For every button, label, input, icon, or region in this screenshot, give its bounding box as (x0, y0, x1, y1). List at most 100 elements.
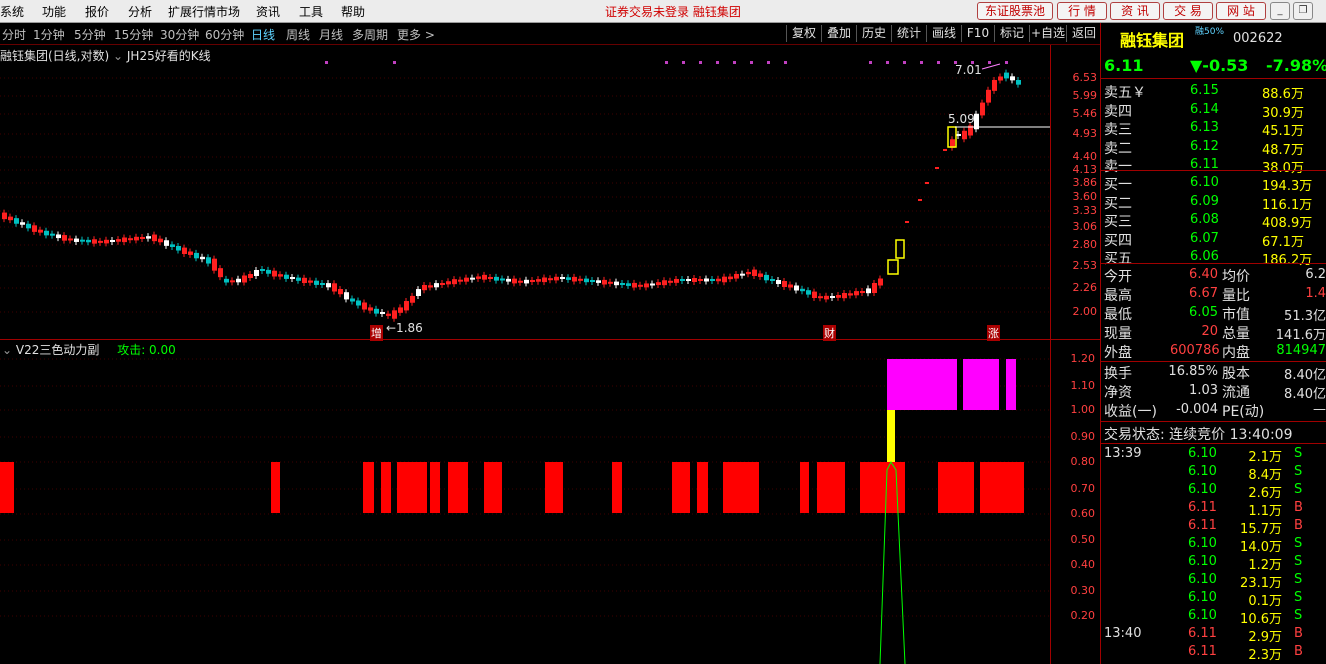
kline-candle-hollow (887, 259, 899, 275)
kline-candle (542, 277, 547, 283)
kline-candle (2, 212, 7, 220)
kline-candle (254, 270, 259, 276)
minimize-icon[interactable]: _ (1270, 2, 1290, 20)
stat-label: 收益(一) (1104, 404, 1157, 420)
tag-zhang: 涨 (987, 325, 1000, 341)
stat-value: 6.2 (1305, 267, 1326, 282)
signal-dot (733, 61, 736, 64)
order-level-label: 买三 (1104, 214, 1132, 230)
kline-candle (158, 238, 163, 243)
kline-candle (308, 280, 313, 283)
power-bar-red (271, 462, 280, 513)
power-bar-magenta (1006, 359, 1016, 410)
website-button[interactable]: 网 站 (1216, 2, 1266, 20)
kline-candle (26, 223, 31, 229)
kline-candle (722, 276, 727, 283)
tick-volume: 2.3万 (1248, 648, 1282, 663)
kline-candle (824, 295, 829, 300)
kline-candle (704, 278, 709, 282)
kline-candle (596, 280, 601, 283)
restore-icon[interactable]: ❐ (1293, 2, 1313, 20)
kline-candle (590, 280, 595, 282)
kline-candle (170, 244, 175, 247)
kline-candle (500, 278, 505, 281)
kline-candle (62, 235, 67, 241)
tick-side: S (1294, 446, 1303, 461)
power-bar-red (484, 462, 502, 513)
divider (1101, 443, 1326, 444)
kline-candle (506, 278, 511, 282)
order-price[interactable]: 6.15 (1190, 83, 1219, 98)
tick-side: B (1294, 518, 1303, 533)
order-price[interactable]: 6.09 (1190, 194, 1219, 209)
tick-volume: 1.2万 (1248, 558, 1282, 573)
power-bar-red (817, 462, 845, 513)
kline-candle (416, 289, 421, 296)
kline-candle (806, 290, 811, 295)
kline-candle (362, 302, 367, 310)
tick-volume: 2.1万 (1248, 450, 1282, 465)
kline-candle (350, 298, 355, 302)
kline-candle (218, 268, 223, 278)
stat-label: 股本 (1222, 366, 1250, 382)
trade-status: 交易状态: 连续竞价 13:40:09 (1104, 427, 1293, 443)
kline-candle (764, 274, 769, 281)
tick-price: 6.10 (1188, 608, 1217, 623)
kline-candle (548, 278, 553, 281)
kline-candle (200, 256, 205, 260)
kline-candle (488, 277, 493, 279)
kline-candle (650, 283, 655, 286)
order-price[interactable]: 6.13 (1190, 120, 1219, 135)
order-level-label: 卖二 (1104, 140, 1132, 157)
order-price[interactable]: 6.08 (1190, 212, 1219, 227)
kline-candle (998, 76, 1003, 81)
kline-candle (854, 291, 859, 296)
kline-candle (752, 269, 757, 276)
trade-button[interactable]: 交 易 (1163, 2, 1213, 20)
order-price[interactable]: 6.10 (1190, 175, 1219, 190)
mid-marker: 5.09 (948, 112, 975, 126)
stock-code: 002622 (1233, 31, 1283, 46)
signal-dot (988, 61, 991, 64)
power-bar-magenta (963, 359, 999, 410)
order-price[interactable]: 6.12 (1190, 139, 1219, 154)
kline-candle (284, 274, 289, 279)
order-price[interactable]: 6.07 (1190, 231, 1219, 246)
kline-candle (512, 278, 517, 284)
kline-candle (992, 79, 997, 91)
order-price[interactable]: 6.14 (1190, 102, 1219, 117)
tag-zeng: 增 (370, 325, 383, 341)
stat-label: 净资 (1104, 385, 1132, 401)
stat-label: PE(动) (1222, 404, 1265, 420)
tick-side: S (1294, 608, 1303, 623)
kline-chart[interactable] (0, 0, 1100, 664)
kline-candle (530, 280, 535, 282)
kline-candle (458, 279, 463, 282)
kline-candle (38, 229, 43, 233)
kline-candle (224, 278, 229, 283)
signal-dot (784, 61, 787, 64)
order-volume: 45.1万 (1262, 124, 1304, 139)
divider (1101, 78, 1326, 79)
stat-label: 外盘 (1104, 345, 1132, 361)
divider (1101, 263, 1326, 264)
order-level-label: 买一 (1104, 177, 1132, 193)
tag-cai: 财 (823, 325, 836, 341)
kline-candle (98, 240, 103, 243)
tick-side: S (1294, 464, 1303, 479)
kline-candle (536, 279, 541, 282)
stat-label: 今开 (1104, 269, 1132, 285)
order-price[interactable]: 6.06 (1190, 249, 1219, 264)
news-button[interactable]: 资 讯 (1110, 2, 1160, 20)
kline-candle (404, 301, 409, 311)
order-volume: 408.9万 (1262, 216, 1313, 231)
kline-candle (80, 239, 85, 242)
tick-price: 6.10 (1188, 572, 1217, 587)
kline-candle (116, 239, 121, 242)
kline-candle (620, 283, 625, 285)
stat-value: 6.40 (1189, 267, 1218, 282)
signal-dot (869, 61, 872, 64)
kline-candle (344, 292, 349, 300)
kline-candle (866, 288, 871, 294)
kline-candle (716, 278, 721, 282)
